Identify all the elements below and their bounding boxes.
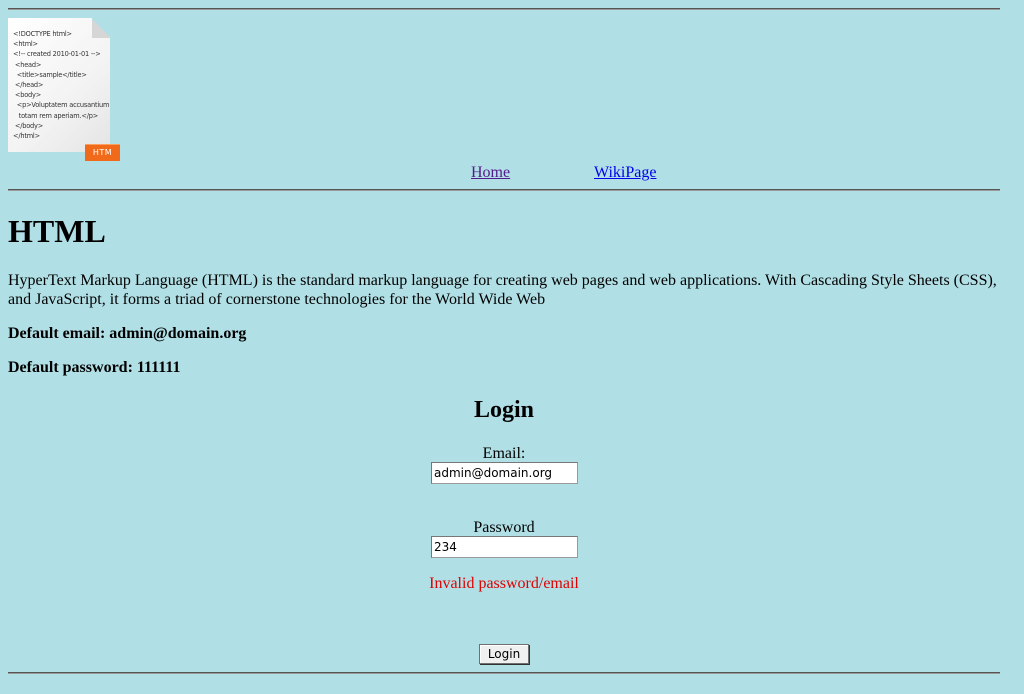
default-password-note: Default password: 111111 xyxy=(8,359,181,376)
nav-home-link[interactable]: Home xyxy=(471,163,510,182)
html-document-icon: <!DOCTYPE html> <html> <!-- created 2010… xyxy=(8,18,120,161)
top-divider xyxy=(8,8,1000,10)
header-divider xyxy=(8,189,1000,191)
password-label: Password xyxy=(473,519,535,536)
password-field[interactable] xyxy=(431,536,578,558)
email-label: Email: xyxy=(482,445,526,462)
page-title: HTML xyxy=(8,213,106,249)
default-email-note: Default email: admin@domain.org xyxy=(8,325,247,342)
htm-badge: HTM xyxy=(85,144,120,161)
login-heading: Login xyxy=(473,397,535,423)
email-field[interactable] xyxy=(431,462,578,484)
login-error-message: Invalid password/email xyxy=(429,575,579,592)
nav-wikipage-link[interactable]: WikiPage xyxy=(594,163,656,182)
document-code-snippet: <!DOCTYPE html> <html> <!-- created 2010… xyxy=(13,30,110,141)
page-description: HyperText Markup Language (HTML) is the … xyxy=(8,272,997,308)
bottom-divider xyxy=(8,672,1000,674)
login-button[interactable]: Login xyxy=(479,644,529,664)
